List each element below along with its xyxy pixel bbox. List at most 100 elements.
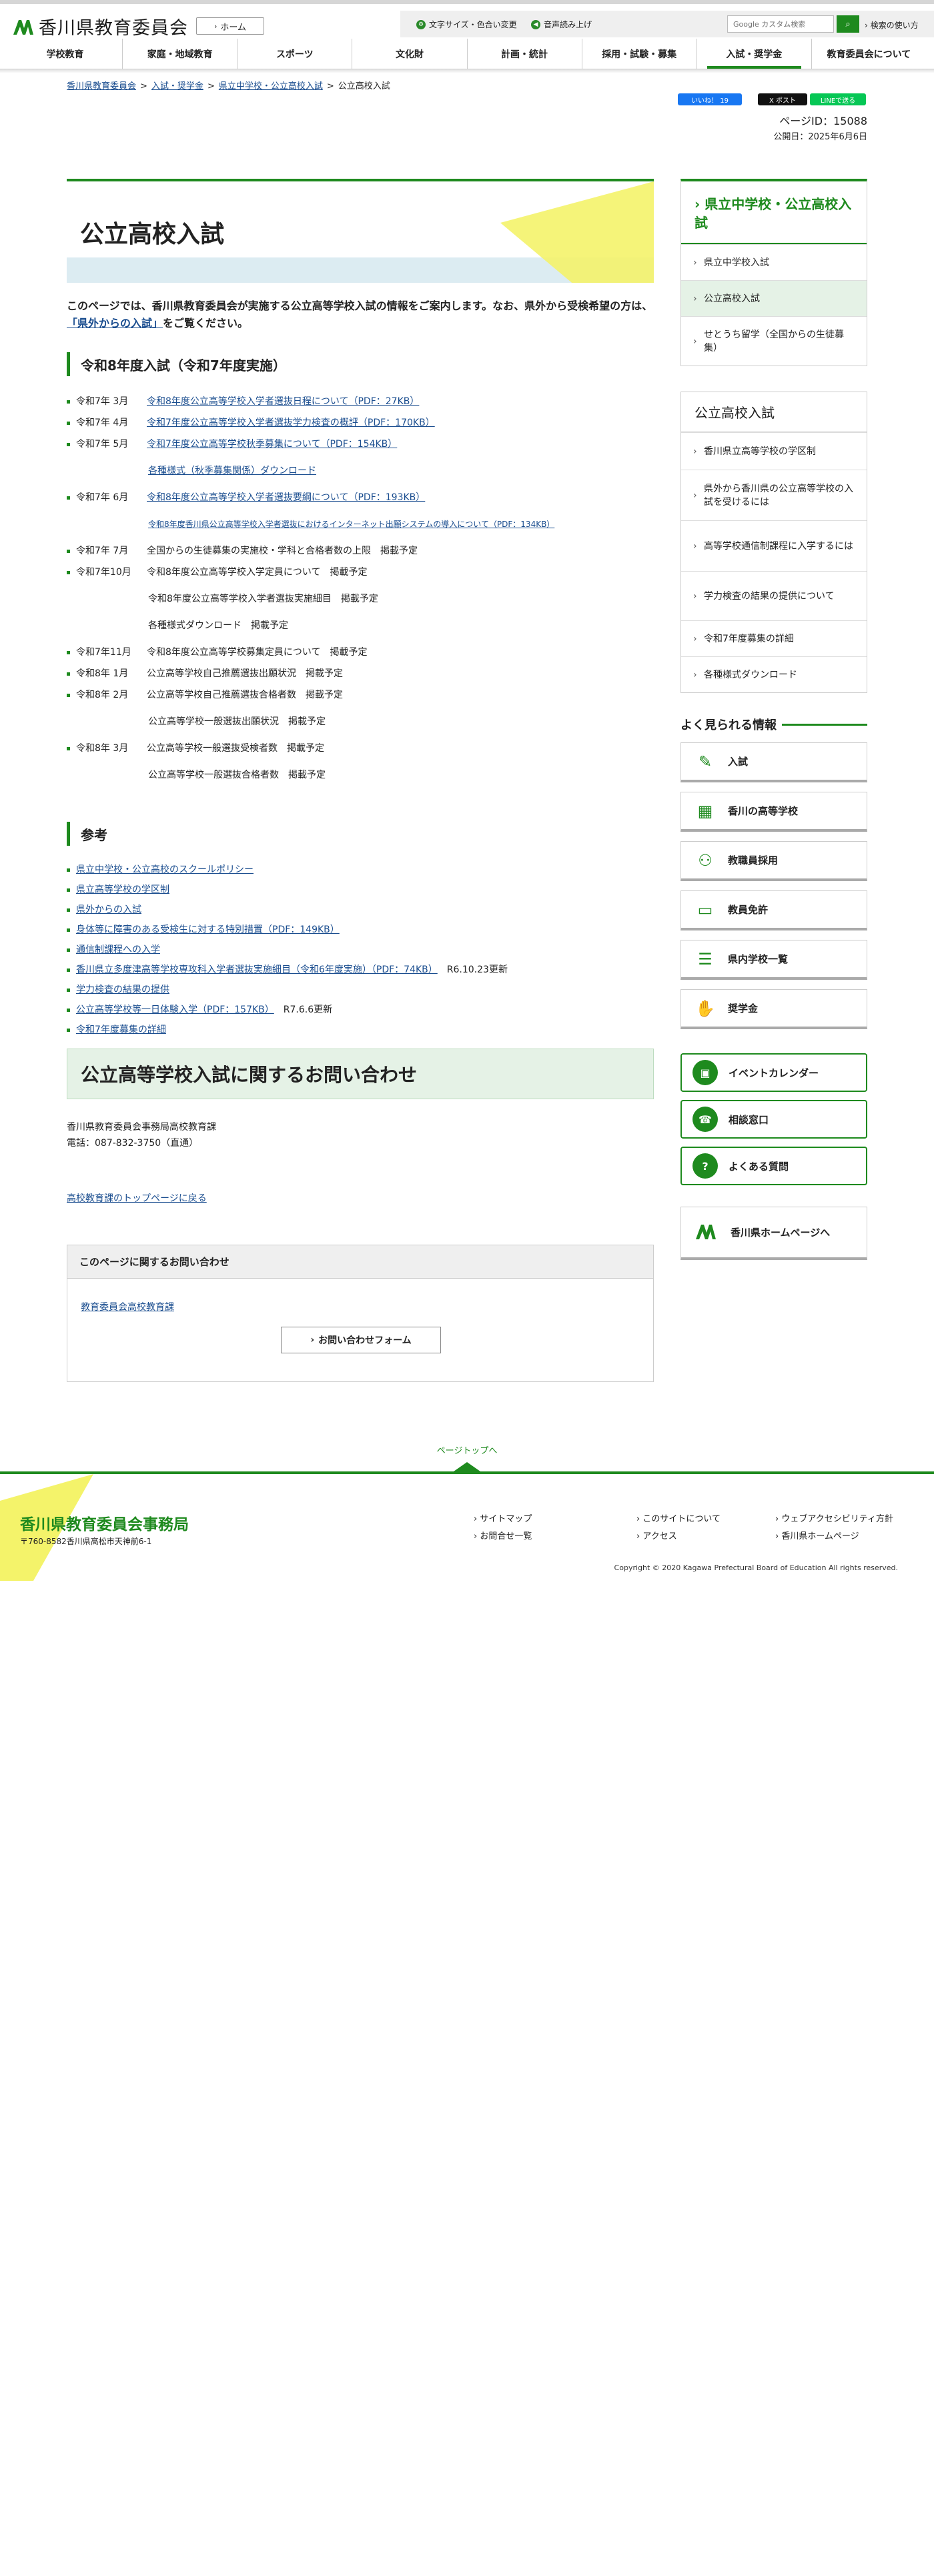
search-input[interactable]	[727, 15, 834, 33]
quick-link-label: よくある質問	[729, 1160, 789, 1173]
nav-item-admissions[interactable]: 入試・奨学金	[696, 39, 811, 69]
schedule-date: 令和7年 6月	[76, 492, 129, 503]
site-title: 香川県教育委員会	[39, 18, 188, 39]
schedule-text: 全国からの生徒募集の実施校・学科と合格者数の上限 掲載予定	[147, 546, 418, 556]
schedule-link[interactable]: 令和7年度公立高等学校入学者選抜学力検査の概評（PDF：170KB）	[147, 418, 435, 428]
nav-item-recruitment[interactable]: 採用・試験・募集	[581, 39, 696, 69]
quick-link-button[interactable]: ☎ 相談窓口	[680, 1100, 867, 1139]
nav-item-plans-stats[interactable]: 計画・統計	[466, 39, 582, 69]
sidebar-item-setouchi-study[interactable]: せとうち留学（全国からの生徒募集）	[681, 316, 867, 366]
reference-link[interactable]: 学力検査の結果の提供	[76, 985, 169, 995]
quick-link-button[interactable]: ? よくある質問	[680, 1147, 867, 1185]
popular-item-label: 入試	[728, 756, 749, 768]
schedule-date: 令和8年 2月	[76, 690, 129, 700]
line-share-button[interactable]: LINEで送る	[810, 93, 866, 105]
x-post-button[interactable]: X ポスト	[758, 93, 807, 105]
breadcrumb-link[interactable]: 県立中学校・公立高校入試	[219, 81, 323, 91]
sidebar-sub-item[interactable]: 高等学校通信制課程に入学するには	[681, 520, 867, 571]
site-logo[interactable]: 香川県教育委員会	[12, 13, 188, 39]
reference-link[interactable]: 県外からの入試	[76, 904, 141, 915]
utility-bar: ⚙文字サイズ・色合い変更 ◀ 音声読み上げ ⌕ › 検索の使い方	[400, 11, 934, 37]
calendar-icon: ▣	[692, 1060, 718, 1085]
main-content: 公立高校入試 このページでは、香川県教育委員会が実施する公立高等学校入試の情報を…	[67, 179, 654, 1382]
footer-link-sitemap[interactable]: サイトマップ	[474, 1511, 532, 1524]
schedule-date: 令和7年 3月	[76, 396, 129, 407]
published-date: 公開日：2025年6月6日	[773, 132, 867, 142]
sidebar-sub-item[interactable]: 香川県立高等学校の学区制	[681, 432, 867, 470]
contact-info: 香川県教育委員会事務局高校教育課 電話：087-832-3750（直通）	[67, 1119, 654, 1151]
sidebar-sub-item[interactable]: 県外から香川県の公立高等学校の入試を受けるには	[681, 470, 867, 520]
quick-link-button[interactable]: ▣ イベントカレンダー	[680, 1053, 867, 1092]
footer-link-accessibility[interactable]: ウェブアクセシビリティ方針	[775, 1511, 893, 1524]
page-top-link[interactable]: ページトップへ	[0, 1443, 934, 1456]
sidebar-sub-item[interactable]: 各種様式ダウンロード	[681, 656, 867, 692]
intro-link-out-of-prefecture[interactable]: 「県外からの入試」	[67, 317, 163, 330]
search-button[interactable]: ⌕	[837, 15, 859, 33]
school-icon: ▦	[697, 801, 713, 820]
back-to-division-top-link[interactable]: 高校教育課のトップページに戻る	[67, 1193, 207, 1204]
read-aloud-link[interactable]: ◀ 音声読み上げ	[531, 19, 592, 30]
footer-link-kagawa-hp[interactable]: 香川県ホームページ	[775, 1529, 859, 1541]
reference-link[interactable]: 公立高等学校等一日体験入学（PDF：157KB）	[76, 1005, 274, 1015]
popular-item[interactable]: ▭ 教員免許	[680, 890, 867, 930]
popular-item[interactable]: ✎ 入試	[680, 742, 867, 782]
schedule-item: 公立高等学校一般選抜合格者数 掲載予定	[67, 768, 654, 786]
reference-item: 通信制課程への入学	[67, 943, 654, 956]
list-icon: ☰	[698, 949, 713, 969]
sidebar-sub-item[interactable]: 学力検査の結果の提供について	[681, 571, 867, 620]
nav-item-sports[interactable]: スポーツ	[237, 39, 352, 69]
nav-item-about-board[interactable]: 教育委員会について	[811, 39, 926, 69]
reference-link[interactable]: 県立中学校・公立高校のスクールポリシー	[76, 864, 254, 875]
reference-item: 身体等に障害のある受検生に対する特別措置（PDF：149KB）	[67, 923, 654, 936]
reference-link[interactable]: 県立高等学校の学区制	[76, 884, 169, 895]
inquiry-form-button[interactable]: › お問い合わせフォーム	[281, 1327, 441, 1353]
schedule-link[interactable]: 各種様式（秋季募集関係）ダウンロード	[148, 466, 316, 476]
sidebar-sub-item[interactable]: 令和7年度募集の詳細	[681, 620, 867, 656]
nav-item-school-education[interactable]: 学校教育	[8, 39, 122, 69]
reference-item: 香川県立多度津高等学校専攻科入学者選抜実施細目（令和6年度実施）（PDF：74K…	[67, 963, 654, 977]
reference-link[interactable]: 令和7年度募集の詳細	[76, 1025, 166, 1035]
page-title: 公立高校入試	[80, 221, 225, 248]
chevron-right-icon: ›	[694, 196, 705, 212]
breadcrumb: 香川県教育委員会 > 入試・奨学金 > 県立中学校・公立高校入試 > 公立高校入試	[67, 79, 390, 91]
inquiry-division-link[interactable]: 教育委員会高校教育課	[81, 1300, 174, 1313]
home-button[interactable]: › ホーム	[196, 17, 264, 35]
footer-link-about-site[interactable]: このサイトについて	[636, 1511, 721, 1524]
facebook-like-button[interactable]: いいね！ 19	[678, 93, 742, 105]
logo-mark-icon	[12, 17, 35, 36]
contact-tel: 電話：087-832-3750（直通）	[67, 1138, 199, 1149]
schedule-text: 令和8年度公立高等学校入学定員について 掲載予定	[147, 567, 368, 578]
search-help-link[interactable]: › 検索の使い方	[865, 19, 919, 31]
kagawa-homepage-button[interactable]: 香川県ホームページへ	[680, 1207, 867, 1260]
footer-link-access[interactable]: アクセス	[636, 1529, 676, 1541]
page-top-arrow-icon[interactable]	[454, 1462, 480, 1471]
popular-item[interactable]: ⚇ 教職員採用	[680, 841, 867, 881]
reference-link[interactable]: 香川県立多度津高等学校専攻科入学者選抜実施細目（令和6年度実施）（PDF：74K…	[76, 964, 438, 975]
sidebar-item-public-high-school[interactable]: 公立高校入試	[681, 280, 867, 316]
yellow-accent-shape	[500, 181, 654, 283]
schedule-date: 令和7年11月	[76, 647, 131, 658]
breadcrumb-separator: >	[140, 81, 147, 91]
nav-item-family-community[interactable]: 家庭・地域教育	[122, 39, 237, 69]
footer-link-inquiries[interactable]: お問合せ一覧	[474, 1529, 532, 1541]
font-settings-link[interactable]: ⚙ 文字サイズ・色合い変更	[416, 19, 517, 30]
schedule-link[interactable]: 令和8年度公立高等学校入学者選抜要綱について（PDF：193KB）	[147, 492, 425, 503]
schedule-date: 令和7年 4月	[76, 418, 129, 428]
schedule-link[interactable]: 令和8年度公立高等学校入学者選抜日程について（PDF：27KB）	[147, 396, 419, 407]
sidebar-item-prefectural-junior-high[interactable]: 県立中学校入試	[681, 244, 867, 280]
sidebar-section-title[interactable]: › 県立中学校・公立高校入試	[681, 181, 867, 244]
breadcrumb-link[interactable]: 入試・奨学金	[151, 81, 203, 91]
reference-link[interactable]: 通信制課程への入学	[76, 944, 160, 955]
schedule-text: 令和8年度公立高等学校入学者選抜実施細目 掲載予定	[148, 594, 378, 604]
speaker-icon: ◀	[531, 19, 540, 29]
footer-org-name: 香川県教育委員会事務局	[20, 1516, 189, 1533]
reference-link[interactable]: 身体等に障害のある受検生に対する特別措置（PDF：149KB）	[76, 924, 340, 935]
breadcrumb-link[interactable]: 香川県教育委員会	[67, 81, 136, 91]
schedule-link[interactable]: 令和7年度公立高等学校秋季募集について（PDF：154KB）	[147, 439, 397, 450]
popular-item[interactable]: ✋ 奨学金	[680, 989, 867, 1029]
schedule-link[interactable]: 令和8年度香川県公立高等学校入学者選抜におけるインターネット出願システムの導入に…	[148, 520, 554, 529]
reference-list: 県立中学校・公立高校のスクールポリシー 県立高等学校の学区制 県外からの入試身体等に…	[67, 863, 654, 1037]
popular-item[interactable]: ☰ 県内学校一覧	[680, 940, 867, 980]
popular-item[interactable]: ▦ 香川の高等学校	[680, 792, 867, 832]
nav-item-cultural-assets[interactable]: 文化財	[352, 39, 466, 69]
